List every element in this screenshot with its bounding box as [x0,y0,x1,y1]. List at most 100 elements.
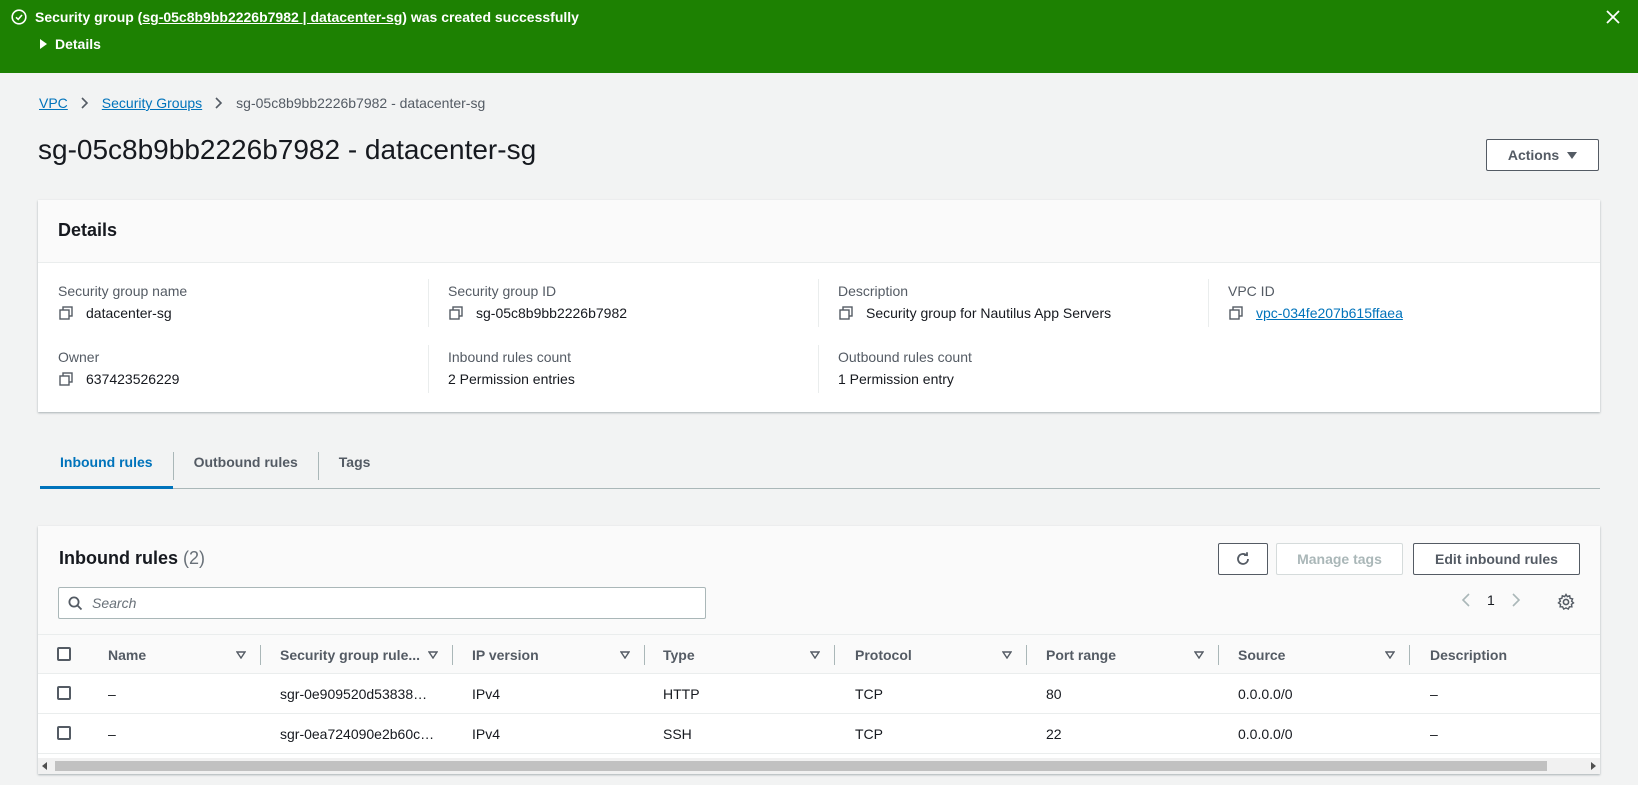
breadcrumb: VPC Security Groups sg-05c8b9bb2226b7982… [39,95,485,111]
column-header-port-range[interactable]: Port range [1046,647,1116,663]
column-separator[interactable] [1026,645,1027,665]
breadcrumb-vpc[interactable]: VPC [39,95,68,111]
field-value: 637423526229 [86,371,180,387]
sort-icon[interactable] [810,651,820,659]
refresh-button[interactable] [1218,543,1268,575]
cell-description: – [1430,726,1438,742]
flash-suffix: ) was created successfully [402,9,579,25]
sort-icon[interactable] [428,651,438,659]
sort-icon[interactable] [620,651,630,659]
field-description: Description Security group for Nautilus … [838,283,1218,321]
column-header-type[interactable]: Type [663,647,695,663]
success-check-icon [11,9,27,25]
actions-button[interactable]: Actions [1486,139,1599,171]
search-icon [68,596,83,610]
table-row[interactable]: – sgr-0ea724090e2b60c… IPv4 SSH TCP 22 0… [38,714,1600,754]
page-number[interactable]: 1 [1487,592,1495,608]
details-panel: Details Security group name datacenter-s… [38,200,1600,412]
flash-message: Security group (sg-05c8b9bb2226b7982 | d… [11,9,579,25]
caret-down-icon [1567,151,1578,159]
copy-icon[interactable] [1228,305,1244,321]
tab-outbound-rules[interactable]: Outbound rules [174,440,318,488]
column-header-name[interactable]: Name [108,647,146,663]
column-separator[interactable] [834,645,835,665]
table-row[interactable]: – sgr-0e909520d53838… IPv4 HTTP TCP 80 0… [38,674,1600,714]
scroll-left-arrow-icon[interactable] [42,762,47,770]
field-outbound-rules-count: Outbound rules count 1 Permission entry [838,349,1218,387]
scroll-right-arrow-icon[interactable] [1591,762,1596,770]
search-field[interactable] [58,587,706,619]
inbound-rules-panel: Inbound rules (2) Manage tags Edit inbou… [38,526,1600,774]
cell-port-range: 80 [1046,686,1062,702]
field-security-group-name: Security group name datacenter-sg [58,283,438,321]
cell-description: – [1430,686,1438,702]
column-header-ip-version[interactable]: IP version [472,647,539,663]
cell-ip-version: IPv4 [472,726,501,742]
field-label: Security group ID [448,283,557,299]
page-title: sg-05c8b9bb2226b7982 - datacenter-sg [38,134,537,165]
sort-icon[interactable] [236,651,246,659]
column-separator[interactable] [260,645,261,665]
cell-protocol: TCP [855,726,883,742]
cell-port-range: 22 [1046,726,1062,742]
field-value: 2 Permission entries [448,371,575,387]
vpc-id-link[interactable]: vpc-034fe207b615ffaea [1256,305,1403,321]
gear-icon[interactable] [1557,593,1575,611]
field-label: Description [838,283,909,299]
cell-name: – [108,726,116,742]
copy-icon[interactable] [448,305,464,321]
field-value: Security group for Nautilus App Servers [866,305,1112,321]
row-checkbox[interactable] [57,726,71,740]
table-header: Name Security group rule... IP version T… [38,634,1600,674]
details-grid: Security group name datacenter-sg Securi… [38,263,1600,412]
actions-label: Actions [1507,147,1560,163]
column-separator[interactable] [1218,645,1219,665]
refresh-icon [1237,552,1249,565]
cell-protocol: TCP [855,686,883,702]
caret-right-icon [40,39,47,49]
field-label: Owner [58,349,100,365]
field-inbound-rules-count: Inbound rules count 2 Permission entries [448,349,828,387]
copy-icon[interactable] [58,305,74,321]
field-value: datacenter-sg [86,305,172,321]
field-owner: Owner 637423526229 [58,349,438,387]
sort-icon[interactable] [1385,651,1395,659]
manage-tags-button[interactable]: Manage tags [1276,543,1403,575]
column-header-source[interactable]: Source [1238,647,1285,663]
close-icon[interactable] [1604,8,1622,26]
sort-icon[interactable] [1194,651,1204,659]
cell-rule-id: sgr-0ea724090e2b60c… [280,726,435,742]
column-header-protocol[interactable]: Protocol [855,647,912,663]
row-checkbox[interactable] [57,686,71,700]
chevron-right-icon[interactable] [1511,593,1521,607]
field-label: Outbound rules count [838,349,972,365]
cell-source: 0.0.0.0/0 [1238,686,1293,702]
details-title: Details [38,200,1600,263]
chevron-right-icon [81,97,88,109]
horizontal-scrollbar[interactable] [38,758,1600,774]
cell-type: SSH [663,726,692,742]
breadcrumb-security-groups[interactable]: Security Groups [102,95,202,111]
copy-icon[interactable] [838,305,854,321]
inbound-rules-title-text: Inbound rules [59,548,178,568]
edit-inbound-rules-button[interactable]: Edit inbound rules [1413,543,1580,575]
search-input[interactable] [92,595,692,611]
column-separator[interactable] [452,645,453,665]
flash-details-toggle[interactable]: Details [40,36,101,52]
inbound-rules-count: (2) [183,548,206,568]
field-value: 1 Permission entry [838,371,954,387]
copy-icon[interactable] [58,371,74,387]
tab-tags[interactable]: Tags [319,440,391,488]
chevron-left-icon[interactable] [1461,593,1471,607]
column-separator[interactable] [644,645,645,665]
select-all-checkbox[interactable] [57,647,71,661]
scrollbar-thumb[interactable] [55,761,1547,771]
tab-inbound-rules[interactable]: Inbound rules [40,440,173,489]
column-separator[interactable] [1409,645,1410,665]
breadcrumb-current: sg-05c8b9bb2226b7982 - datacenter-sg [236,95,486,111]
column-header-rule-id[interactable]: Security group rule... [280,647,420,663]
column-header-description[interactable]: Description [1430,647,1507,663]
flash-security-group-link[interactable]: sg-05c8b9bb2226b7982 | datacenter-sg [142,9,402,25]
field-security-group-id: Security group ID sg-05c8b9bb2226b7982 [448,283,828,321]
sort-icon[interactable] [1002,651,1012,659]
